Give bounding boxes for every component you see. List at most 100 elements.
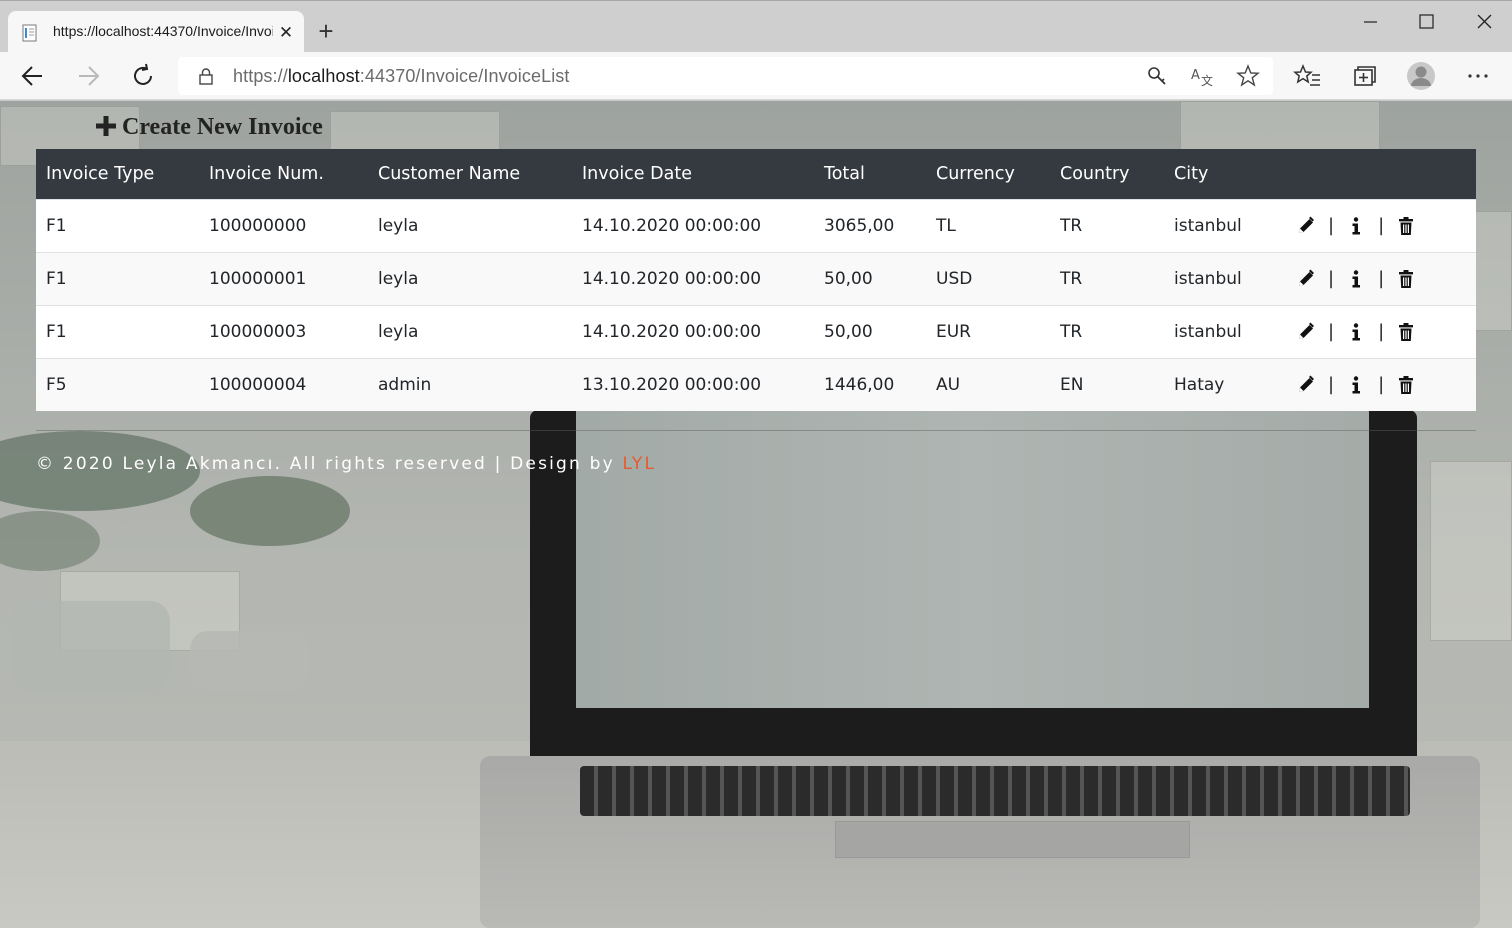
table-row: F1 100000001 leyla 14.10.2020 00:00:00 5… (36, 251, 1476, 305)
close-tab-icon[interactable]: ✕ (276, 23, 296, 43)
forward-icon[interactable] (70, 58, 106, 94)
browser-tab[interactable]: https://localhost:44370/Invoice/InvoiceL… (8, 11, 304, 53)
tab-title: https://localhost:44370/Invoice/InvoiceL… (53, 23, 273, 39)
cell-city: Hatay (1164, 357, 1286, 411)
url-host: localhost (287, 66, 360, 86)
column-header-invoice-num: Invoice Num. (199, 149, 368, 199)
refresh-icon[interactable] (125, 58, 161, 94)
svg-text:A: A (1191, 68, 1200, 83)
back-icon[interactable] (15, 58, 51, 94)
cell-invoice-date: 14.10.2020 00:00:00 (572, 251, 814, 305)
url-path: :44370/Invoice/InvoiceList (359, 66, 570, 86)
favorite-star-icon[interactable] (1236, 64, 1260, 88)
laptop-base (480, 756, 1480, 928)
column-header-total: Total (814, 149, 926, 199)
plus-icon (96, 116, 116, 136)
lock-icon[interactable] (196, 66, 216, 86)
column-header-customer-name: Customer Name (368, 149, 572, 199)
favorites-list-icon[interactable] (1290, 58, 1326, 94)
action-separator: | (1328, 215, 1335, 236)
table-row: F5 100000004 admin 13.10.2020 00:00:00 1… (36, 357, 1476, 411)
wall-brick (1430, 461, 1512, 641)
translate-icon[interactable]: A 文 (1190, 64, 1214, 88)
action-separator: | (1328, 321, 1335, 342)
column-header-actions (1286, 149, 1476, 199)
close-window-icon[interactable] (1464, 9, 1504, 37)
pencil-icon[interactable] (1296, 216, 1316, 236)
cell-invoice-date: 14.10.2020 00:00:00 (572, 304, 814, 358)
info-icon[interactable] (1346, 216, 1366, 236)
info-icon[interactable] (1346, 269, 1366, 289)
page-viewport: Create New Invoice Invoice Type Invoice … (0, 101, 1512, 928)
cell-customer-name: admin (368, 357, 572, 411)
cell-total: 1446,00 (814, 357, 926, 411)
table-row: F1 100000000 leyla 14.10.2020 00:00:00 3… (36, 198, 1476, 252)
cell-invoice-date: 13.10.2020 00:00:00 (572, 357, 814, 411)
invoice-table: Invoice Type Invoice Num. Customer Name … (36, 149, 1476, 411)
column-header-invoice-date: Invoice Date (572, 149, 814, 199)
cell-currency: EUR (926, 304, 1050, 358)
cell-city: istanbul (1164, 198, 1286, 252)
create-new-invoice-label: Create New Invoice (122, 114, 323, 140)
info-icon[interactable] (1346, 322, 1366, 342)
svg-text:文: 文 (1201, 73, 1213, 88)
laptop-trackpad (835, 821, 1190, 858)
pencil-icon[interactable] (1296, 375, 1316, 395)
trash-icon[interactable] (1396, 322, 1416, 342)
profile-avatar-icon[interactable] (1403, 58, 1439, 94)
cell-customer-name: leyla (368, 304, 572, 358)
cell-country: TR (1050, 251, 1164, 305)
cell-total: 3065,00 (814, 198, 926, 252)
new-tab-icon[interactable]: + (310, 17, 342, 49)
column-header-country: Country (1050, 149, 1164, 199)
minimize-icon[interactable] (1350, 9, 1390, 37)
action-separator: | (1378, 374, 1385, 396)
page-icon (22, 24, 37, 42)
cell-currency: USD (926, 251, 1050, 305)
plant-image (0, 431, 350, 691)
footer-brand-link[interactable]: LYL (622, 454, 656, 474)
row-actions: | | (1296, 321, 1476, 342)
footer-divider (36, 430, 1476, 431)
column-header-invoice-type: Invoice Type (36, 149, 199, 199)
address-bar[interactable]: https://localhost:44370/Invoice/InvoiceL… (178, 57, 1273, 95)
info-icon[interactable] (1346, 375, 1366, 395)
trash-icon[interactable] (1396, 269, 1416, 289)
pencil-icon[interactable] (1296, 322, 1316, 342)
action-separator: | (1328, 268, 1335, 289)
laptop-image (530, 410, 1417, 760)
cell-invoice-type: F1 (36, 304, 199, 358)
action-separator: | (1378, 321, 1385, 342)
cell-invoice-num: 100000004 (199, 357, 368, 411)
cell-actions: | | (1286, 357, 1476, 411)
cell-invoice-type: F1 (36, 198, 199, 252)
footer: © 2020 Leyla Akmancı. All rights reserve… (36, 454, 656, 474)
cell-invoice-type: F1 (36, 251, 199, 305)
cell-city: istanbul (1164, 251, 1286, 305)
cell-invoice-type: F5 (36, 357, 199, 411)
url-text[interactable]: https://localhost:44370/Invoice/InvoiceL… (233, 66, 570, 87)
cell-total: 50,00 (814, 304, 926, 358)
row-actions: | | (1296, 374, 1476, 395)
cell-currency: AU (926, 357, 1050, 411)
table-header-row: Invoice Type Invoice Num. Customer Name … (36, 149, 1476, 199)
cell-total: 50,00 (814, 251, 926, 305)
trash-icon[interactable] (1396, 216, 1416, 236)
more-options-icon[interactable] (1460, 58, 1496, 94)
cell-customer-name: leyla (368, 198, 572, 252)
trash-icon[interactable] (1396, 375, 1416, 395)
cell-invoice-date: 14.10.2020 00:00:00 (572, 198, 814, 252)
row-actions: | | (1296, 215, 1476, 236)
laptop-keyboard (580, 766, 1410, 816)
column-header-city: City (1164, 149, 1286, 199)
create-new-invoice-link[interactable]: Create New Invoice (95, 112, 323, 141)
maximize-icon[interactable] (1406, 9, 1446, 37)
cell-invoice-num: 100000001 (199, 251, 368, 305)
cell-invoice-num: 100000003 (199, 304, 368, 358)
cell-customer-name: leyla (368, 251, 572, 305)
collections-icon[interactable] (1345, 58, 1381, 94)
footer-copyright: © 2020 Leyla Akmancı. All rights reserve… (36, 454, 623, 474)
cell-actions: | | (1286, 251, 1476, 305)
pencil-icon[interactable] (1296, 269, 1316, 289)
key-icon[interactable] (1145, 64, 1169, 88)
